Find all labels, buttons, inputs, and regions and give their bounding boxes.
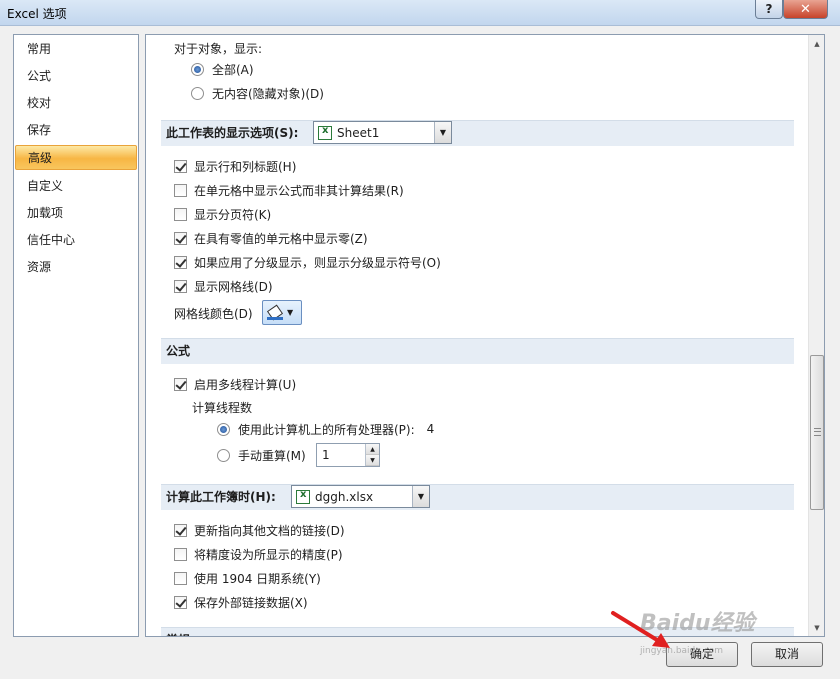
processor-count: 4 xyxy=(426,422,435,436)
radio-hide-objects[interactable]: 无内容(隐藏对象)(D) xyxy=(191,83,324,103)
checkbox-show-formulas-box[interactable] xyxy=(174,183,187,197)
radio-show-all[interactable]: 全部(A) xyxy=(191,59,254,79)
radio-manual-threads-label: 手动重算(M) xyxy=(238,448,306,463)
checkbox-1904-box[interactable] xyxy=(174,571,187,585)
checkbox-1904-label: 使用 1904 日期系统(Y) xyxy=(194,571,321,586)
window-title: Excel 选项 xyxy=(7,7,67,21)
checkbox-page-breaks-box[interactable] xyxy=(174,207,187,221)
chevron-down-icon: ▼ xyxy=(287,308,294,317)
radio-all-processors[interactable]: 使用此计算机上的所有处理器(P): 4 xyxy=(217,419,434,439)
workbook-select-value: dggh.xlsx xyxy=(315,489,374,504)
nav-item-save[interactable]: 保存 xyxy=(15,118,137,143)
checkbox-show-zero-box[interactable] xyxy=(174,231,187,245)
checkbox-row-col-headers-label: 显示行和列标题(H) xyxy=(194,159,297,174)
workbook-select[interactable]: dggh.xlsx ▼ xyxy=(291,485,430,508)
radio-show-all-label: 全部(A) xyxy=(212,62,254,77)
formula-section-title: 公式 xyxy=(166,344,191,358)
radio-hide-objects-label: 无内容(隐藏对象)(D) xyxy=(212,86,324,101)
checkbox-page-breaks[interactable]: 显示分页符(K) xyxy=(174,204,271,224)
radio-manual-threads-indicator[interactable] xyxy=(217,448,230,462)
gridline-color-label: 网格线颜色(D) xyxy=(174,306,253,321)
thread-count-spinner[interactable]: 1 ▲ ▼ xyxy=(316,443,380,467)
checkbox-row-col-headers-box[interactable] xyxy=(174,159,187,173)
watermark-text: Baidu经验 xyxy=(640,611,755,636)
checkbox-row-col-headers[interactable]: 显示行和列标题(H) xyxy=(174,156,296,176)
objects-label: 对于对象，显示: xyxy=(174,41,263,56)
watermark-url: jingyan.baidu.com xyxy=(640,646,724,656)
nav-item-resources[interactable]: 资源 xyxy=(15,255,137,280)
checkbox-outline-symbols-label: 如果应用了分级显示，则显示分级显示符号(O) xyxy=(194,255,441,270)
nav-item-formulas[interactable]: 公式 xyxy=(15,64,137,89)
sheet-section-title: 此工作表的显示选项(S): xyxy=(166,126,299,140)
category-list: 常用 公式 校对 保存 高级 自定义 加载项 信任中心 资源 xyxy=(13,34,139,637)
checkbox-update-links[interactable]: 更新指向其他文档的链接(D) xyxy=(174,520,345,540)
scroll-up-icon[interactable]: ▲ xyxy=(809,35,824,52)
checkbox-precision-box[interactable] xyxy=(174,547,187,561)
checkbox-gridlines-label: 显示网格线(D) xyxy=(194,279,273,294)
vertical-scrollbar[interactable]: ▲ ▼ xyxy=(808,35,824,636)
advanced-options-panel: 对于对象，显示: 全部(A) 无内容(隐藏对象)(D) 此工作表的显示选项(S)… xyxy=(145,34,825,637)
thread-count-value[interactable]: 1 xyxy=(317,444,365,466)
radio-all-processors-label: 使用此计算机上的所有处理器(P): xyxy=(238,422,415,437)
scrollbar-thumb[interactable] xyxy=(810,355,824,510)
checkbox-precision-label: 将精度设为所显示的精度(P) xyxy=(194,547,343,562)
checkbox-update-links-box[interactable] xyxy=(174,523,187,537)
checkbox-show-formulas[interactable]: 在单元格中显示公式而非其计算结果(R) xyxy=(174,180,404,200)
checkbox-show-zero[interactable]: 在具有零值的单元格中显示零(Z) xyxy=(174,228,368,248)
checkbox-update-links-label: 更新指向其他文档的链接(D) xyxy=(194,523,345,538)
radio-all-processors-indicator[interactable] xyxy=(217,422,230,436)
formula-section-header: 公式 xyxy=(161,338,794,364)
sheet-display-section-header: 此工作表的显示选项(S): xyxy=(161,120,794,146)
chevron-down-icon[interactable]: ▼ xyxy=(412,486,429,507)
checkbox-show-zero-label: 在具有零值的单元格中显示零(Z) xyxy=(194,231,368,246)
help-button[interactable]: ? xyxy=(755,0,783,19)
checkbox-outline-symbols[interactable]: 如果应用了分级显示，则显示分级显示符号(O) xyxy=(174,252,441,272)
nav-item-common[interactable]: 常用 xyxy=(15,37,137,62)
nav-item-advanced[interactable]: 高级 xyxy=(15,145,137,170)
general-section-title: 常规 xyxy=(166,633,190,636)
checkbox-precision-as-displayed[interactable]: 将精度设为所显示的精度(P) xyxy=(174,544,343,564)
checkbox-save-external-label: 保存外部链接数据(X) xyxy=(194,595,308,610)
nav-item-proofing[interactable]: 校对 xyxy=(15,91,137,116)
checkbox-show-formulas-label: 在单元格中显示公式而非其计算结果(R) xyxy=(194,183,404,198)
checkbox-gridlines[interactable]: 显示网格线(D) xyxy=(174,276,273,296)
sheet-icon xyxy=(318,125,332,140)
threads-label: 计算线程数 xyxy=(192,400,253,415)
checkbox-multithread-box[interactable] xyxy=(174,377,187,391)
radio-hide-objects-indicator[interactable] xyxy=(191,86,204,100)
watermark: Baidu经验 xyxy=(640,605,820,650)
workbook-section-title: 计算此工作簿时(H): xyxy=(166,490,276,504)
spin-up-icon[interactable]: ▲ xyxy=(366,444,379,455)
nav-item-addins[interactable]: 加载项 xyxy=(15,201,137,226)
title-bar: Excel 选项 ? ✕ xyxy=(0,0,840,26)
nav-item-trust-center[interactable]: 信任中心 xyxy=(15,228,137,253)
checkbox-page-breaks-label: 显示分页符(K) xyxy=(194,207,272,222)
spin-down-icon[interactable]: ▼ xyxy=(366,455,379,466)
close-button[interactable]: ✕ xyxy=(783,0,828,19)
threads-label-row: 计算线程数 xyxy=(192,397,252,417)
checkbox-1904-date[interactable]: 使用 1904 日期系统(Y) xyxy=(174,568,321,588)
dialog-body: 常用 公式 校对 保存 高级 自定义 加载项 信任中心 资源 对于对象，显示: … xyxy=(0,26,840,679)
checkbox-gridlines-box[interactable] xyxy=(174,279,187,293)
paint-bucket-icon xyxy=(267,306,283,320)
sheet-select-value: Sheet1 xyxy=(337,125,380,140)
workbook-calc-section-header: 计算此工作簿时(H): xyxy=(161,484,794,510)
grip-icon xyxy=(814,428,821,436)
gridline-color-button[interactable]: ▼ xyxy=(262,300,302,325)
checkbox-save-external-links[interactable]: 保存外部链接数据(X) xyxy=(174,592,308,612)
checkbox-save-external-box[interactable] xyxy=(174,595,187,609)
radio-show-all-indicator[interactable] xyxy=(191,62,204,76)
excel-file-icon xyxy=(296,489,310,504)
nav-item-customize[interactable]: 自定义 xyxy=(15,174,137,199)
sheet-select[interactable]: Sheet1 ▼ xyxy=(313,121,452,144)
checkbox-outline-symbols-box[interactable] xyxy=(174,255,187,269)
radio-manual-threads[interactable]: 手动重算(M) xyxy=(217,445,306,465)
objects-label-row: 对于对象，显示: xyxy=(174,38,262,58)
checkbox-multithread[interactable]: 启用多线程计算(U) xyxy=(174,374,296,394)
chevron-down-icon[interactable]: ▼ xyxy=(434,122,451,143)
checkbox-multithread-label: 启用多线程计算(U) xyxy=(194,377,297,392)
gridline-color-row: 网格线颜色(D) xyxy=(174,303,253,323)
